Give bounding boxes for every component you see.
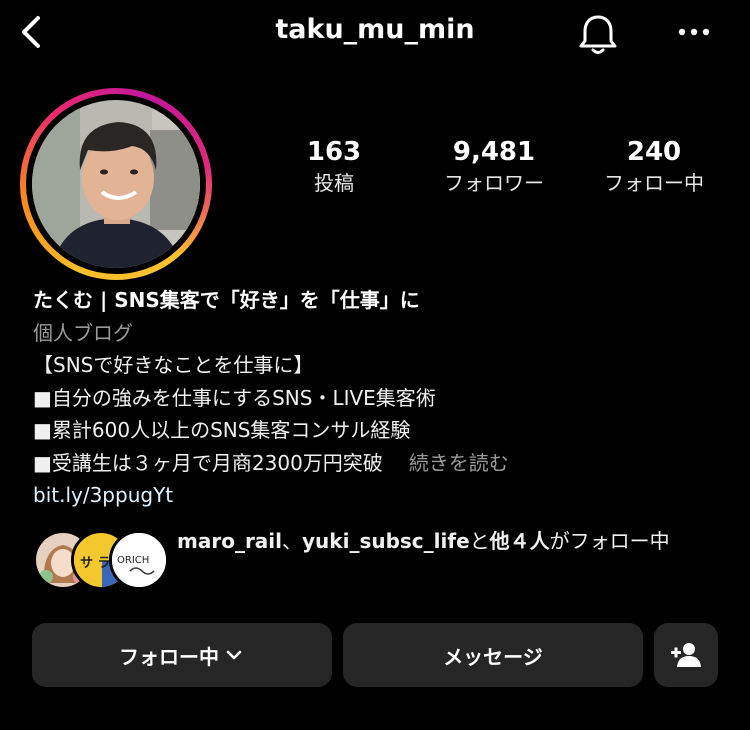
mutual-avatar-image-3: ORICH [112, 533, 166, 587]
avatar-ring-gap [26, 94, 206, 274]
bio-line-text: ■受講生は３ヶ月で月商2300万円突破 [33, 450, 383, 475]
mutual-user-2[interactable]: yuki_subsc_life [302, 529, 470, 553]
bell-icon [579, 15, 617, 54]
top-bar: taku_mu_min [0, 0, 750, 64]
message-button-label: メッセージ [443, 644, 543, 669]
bio-line: ■自分の強みを仕事にするSNS・LIVE集客術 [33, 385, 436, 410]
more-horizontal-icon [678, 28, 710, 36]
followers-stat[interactable]: 9,481 フォロワー [419, 136, 569, 198]
suggest-users-button[interactable] [654, 623, 718, 687]
profile-avatar [32, 100, 200, 268]
posts-count: 163 [306, 137, 362, 167]
message-button[interactable]: メッセージ [343, 623, 643, 687]
following-button-label: フォロー中 [119, 644, 219, 669]
profile-username: taku_mu_min [275, 14, 475, 45]
mutual-separator: 、 [282, 529, 303, 553]
mutual-avatar-3-text: ORICH [117, 555, 149, 566]
chevron-down-icon [226, 650, 242, 660]
following-stat[interactable]: 240 フォロー中 [579, 136, 729, 198]
notifications-button[interactable] [576, 12, 620, 56]
profile-category: 個人ブログ [33, 320, 133, 345]
bio-link[interactable]: bit.ly/3ppugYt [33, 479, 723, 512]
profile-avatar-story-ring[interactable] [20, 88, 212, 280]
mutual-avatar-3: ORICH [109, 530, 169, 590]
mutual-followers-text: maro_rail、yuki_subsc_lifeと他４人がフォロー中 [177, 526, 717, 557]
following-button[interactable]: フォロー中 [32, 623, 332, 687]
profile-bio: たくむ | SNS集客で「好き」を「仕事」に 個人ブログ 【SNSで好きなことを… [33, 284, 723, 512]
mutual-others-count[interactable]: 他４人 [490, 529, 550, 553]
add-user-icon [671, 643, 701, 667]
display-name: たくむ | SNS集客で「好き」を「仕事」に [33, 288, 420, 312]
profile-photo [32, 100, 200, 268]
bio-line-last: ■受講生は３ヶ月で月商2300万円突破 続きを読む [33, 447, 723, 480]
followers-count: 9,481 [452, 137, 536, 167]
following-count: 240 [626, 137, 682, 167]
followers-label: フォロワー [444, 171, 544, 195]
posts-stat[interactable]: 163 投稿 [259, 136, 409, 198]
following-label: フォロー中 [604, 171, 704, 195]
mutual-suffix: がフォロー中 [549, 529, 670, 553]
bio-line: 【SNSで好きなことを仕事に】 [33, 353, 314, 377]
bio-line: ■累計600人以上のSNS集客コンサル経験 [33, 418, 411, 442]
read-more-link[interactable]: 続きを読む [409, 451, 509, 475]
more-options-button[interactable] [676, 14, 712, 50]
mutual-followers[interactable]: サ ラ ジ オ ORICH maro_rail、yuki_subsc_lifeと… [33, 526, 723, 590]
posts-label: 投稿 [314, 171, 354, 195]
mutual-conjunction: と [469, 529, 490, 553]
mutual-user-1[interactable]: maro_rail [177, 529, 282, 553]
